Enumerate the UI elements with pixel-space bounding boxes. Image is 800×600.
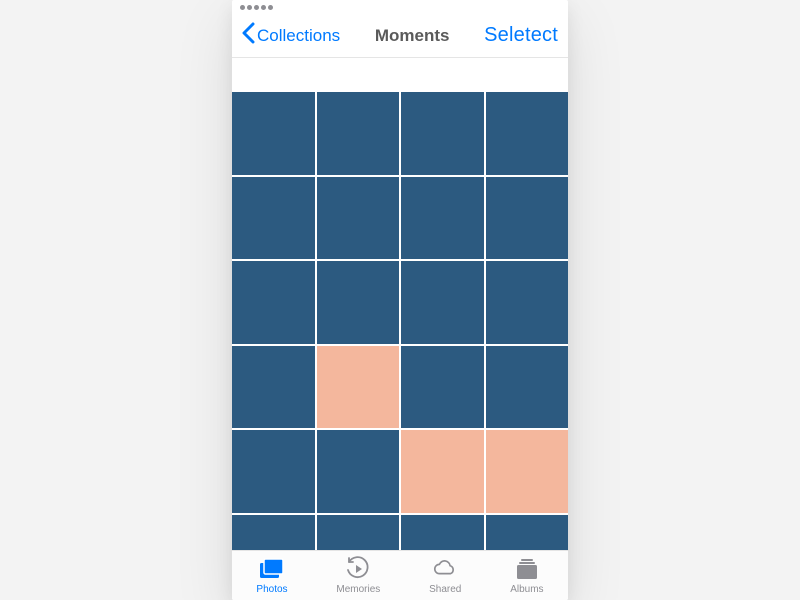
stage: Collections Moments Seletect Photos	[0, 0, 800, 600]
photo-thumbnail[interactable]	[401, 430, 484, 513]
photo-thumbnail[interactable]	[401, 92, 484, 175]
photo-thumbnail[interactable]	[232, 177, 315, 260]
albums-icon	[514, 556, 540, 582]
photo-thumbnail[interactable]	[232, 515, 315, 551]
tab-label: Memories	[336, 584, 380, 595]
chevron-left-icon	[242, 22, 255, 49]
back-label: Collections	[257, 26, 340, 46]
section-header-spacer	[232, 58, 568, 92]
photo-thumbnail[interactable]	[486, 177, 569, 260]
photo-thumbnail[interactable]	[317, 346, 400, 429]
content-area	[232, 58, 568, 550]
shared-icon	[432, 556, 458, 582]
phone-frame: Collections Moments Seletect Photos	[232, 0, 568, 600]
nav-bar: Collections Moments Seletect	[232, 14, 568, 58]
photo-thumbnail[interactable]	[317, 92, 400, 175]
select-button[interactable]: Seletect	[484, 24, 558, 47]
photo-thumbnail[interactable]	[486, 515, 569, 551]
photo-thumbnail[interactable]	[317, 515, 400, 551]
tab-label: Photos	[256, 584, 287, 595]
photo-grid	[232, 92, 568, 550]
photo-thumbnail[interactable]	[401, 177, 484, 260]
photo-thumbnail[interactable]	[401, 261, 484, 344]
photo-thumbnail[interactable]	[401, 515, 484, 551]
back-button[interactable]: Collections	[242, 22, 340, 49]
photo-thumbnail[interactable]	[486, 346, 569, 429]
photo-thumbnail[interactable]	[317, 177, 400, 260]
photos-icon	[259, 556, 285, 582]
photo-thumbnail[interactable]	[317, 261, 400, 344]
photo-thumbnail[interactable]	[232, 92, 315, 175]
tab-bar: Photos Memories Shared	[232, 550, 568, 600]
tab-label: Shared	[429, 584, 461, 595]
status-bar	[232, 0, 568, 14]
tab-memories[interactable]: Memories	[336, 556, 380, 595]
photo-thumbnail[interactable]	[232, 261, 315, 344]
tab-photos[interactable]: Photos	[256, 556, 287, 595]
memories-icon	[345, 556, 371, 582]
photo-thumbnail[interactable]	[486, 92, 569, 175]
tab-label: Albums	[510, 584, 543, 595]
photo-thumbnail[interactable]	[232, 346, 315, 429]
page-title: Moments	[375, 26, 450, 46]
tab-shared[interactable]: Shared	[429, 556, 461, 595]
tab-albums[interactable]: Albums	[510, 556, 543, 595]
photo-thumbnail[interactable]	[401, 346, 484, 429]
signal-dots-icon	[240, 5, 273, 10]
photo-thumbnail[interactable]	[486, 261, 569, 344]
photo-thumbnail[interactable]	[232, 430, 315, 513]
photo-thumbnail[interactable]	[486, 430, 569, 513]
photo-thumbnail[interactable]	[317, 430, 400, 513]
